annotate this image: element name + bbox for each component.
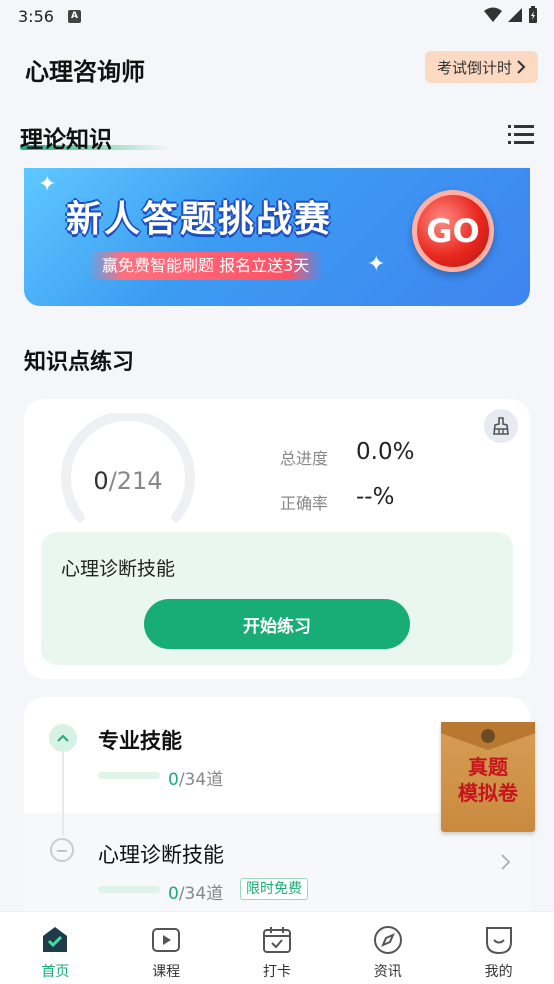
chapter-progress: 0/34道	[168, 765, 223, 790]
tab-courses-label: 课程	[152, 964, 181, 980]
promo-banner[interactable]: ✦ ✦ 新人答题挑战赛 赢免费智能刷题 报名立送3天 GO	[24, 168, 530, 306]
chapter-total-count: /34道	[178, 770, 224, 790]
sparkle-icon: ✦	[38, 172, 57, 197]
envelope-seal	[481, 729, 495, 743]
app-title: 心理咨询师	[25, 58, 145, 86]
go-button[interactable]: GO	[412, 190, 494, 272]
chapter-title[interactable]: 专业技能	[98, 725, 182, 755]
chevron-right-icon	[517, 60, 526, 74]
subchapter-title[interactable]: 心理诊断技能	[98, 839, 224, 869]
chevron-right-icon[interactable]	[500, 854, 512, 870]
countdown-button[interactable]: 考试倒计时	[424, 51, 538, 83]
collapse-chapter-button[interactable]	[49, 724, 77, 752]
status-icons	[484, 6, 538, 24]
gauge-count: 0/214	[58, 467, 198, 495]
wifi-icon	[484, 7, 502, 22]
status-time: 3:56	[18, 6, 54, 26]
subchapter-progress-bar	[98, 886, 160, 893]
countdown-label: 考试倒计时	[436, 58, 512, 77]
tab-courses[interactable]: 课程	[111, 912, 222, 984]
progress-value: 0.0%	[356, 439, 415, 465]
chapter-progress-bar	[98, 772, 160, 779]
accuracy-label: 正确率	[280, 494, 329, 513]
section-title: 理论知识	[20, 127, 112, 153]
battery-icon	[529, 6, 537, 23]
profile-icon	[485, 927, 512, 955]
calendar-check-icon	[262, 927, 291, 953]
tab-profile[interactable]: 我的	[443, 912, 554, 984]
subchapter-progress: 0/34道	[168, 879, 223, 904]
tab-home-label: 首页	[41, 964, 70, 980]
banner-title: 新人答题挑战赛	[66, 199, 333, 240]
broom-icon	[493, 417, 509, 435]
menu-list-icon[interactable]	[508, 124, 534, 146]
total-count: /214	[108, 467, 163, 495]
clear-records-button[interactable]	[484, 409, 518, 443]
start-practice-button[interactable]: 开始练习	[144, 599, 410, 649]
sparkle-icon: ✦	[367, 252, 386, 277]
home-icon	[43, 927, 68, 952]
status-bar: 3:56 A	[0, 0, 554, 32]
banner-subtitle: 赢免费智能刷题 报名立送3天	[88, 252, 324, 280]
accuracy-value: --%	[356, 484, 395, 510]
bottom-tab-bar: 首页 课程 打卡 资讯 我的	[0, 911, 554, 984]
chevron-up-icon	[57, 734, 69, 742]
subchapter-total-count: /34道	[178, 884, 224, 904]
tab-checkin[interactable]: 打卡	[222, 912, 333, 984]
tab-home[interactable]: 首页	[0, 912, 111, 984]
knowledge-practice-card: 0/214 总进度 0.0% 正确率 --% 心理诊断技能 开始练习	[24, 399, 530, 679]
current-subject-panel: 心理诊断技能 开始练习	[41, 532, 513, 665]
compass-icon	[373, 926, 402, 954]
tab-news[interactable]: 资讯	[332, 912, 443, 984]
signal-icon	[508, 8, 522, 22]
tab-profile-label: 我的	[484, 964, 513, 980]
chapter-done-count: 0	[168, 770, 179, 790]
mock-exam-envelope[interactable]: 真题 模拟卷	[441, 722, 535, 832]
done-count: 0	[93, 467, 109, 495]
tab-checkin-label: 打卡	[262, 964, 291, 980]
progress-label: 总进度	[280, 449, 329, 468]
knowledge-practice-title: 知识点练习	[24, 350, 135, 375]
tab-news-label: 资讯	[373, 964, 402, 980]
envelope-line1: 真题	[468, 755, 508, 779]
tree-connector	[62, 752, 64, 836]
video-icon	[152, 928, 181, 952]
subchapter-node-icon: −	[50, 838, 74, 862]
notification-icon: A	[67, 9, 81, 23]
envelope-line2: 模拟卷	[458, 781, 518, 805]
envelope-label: 真题 模拟卷	[451, 754, 525, 806]
subchapter-done-count: 0	[168, 884, 179, 904]
free-tag: 限时免费	[240, 878, 308, 900]
current-subject: 心理诊断技能	[61, 558, 176, 580]
